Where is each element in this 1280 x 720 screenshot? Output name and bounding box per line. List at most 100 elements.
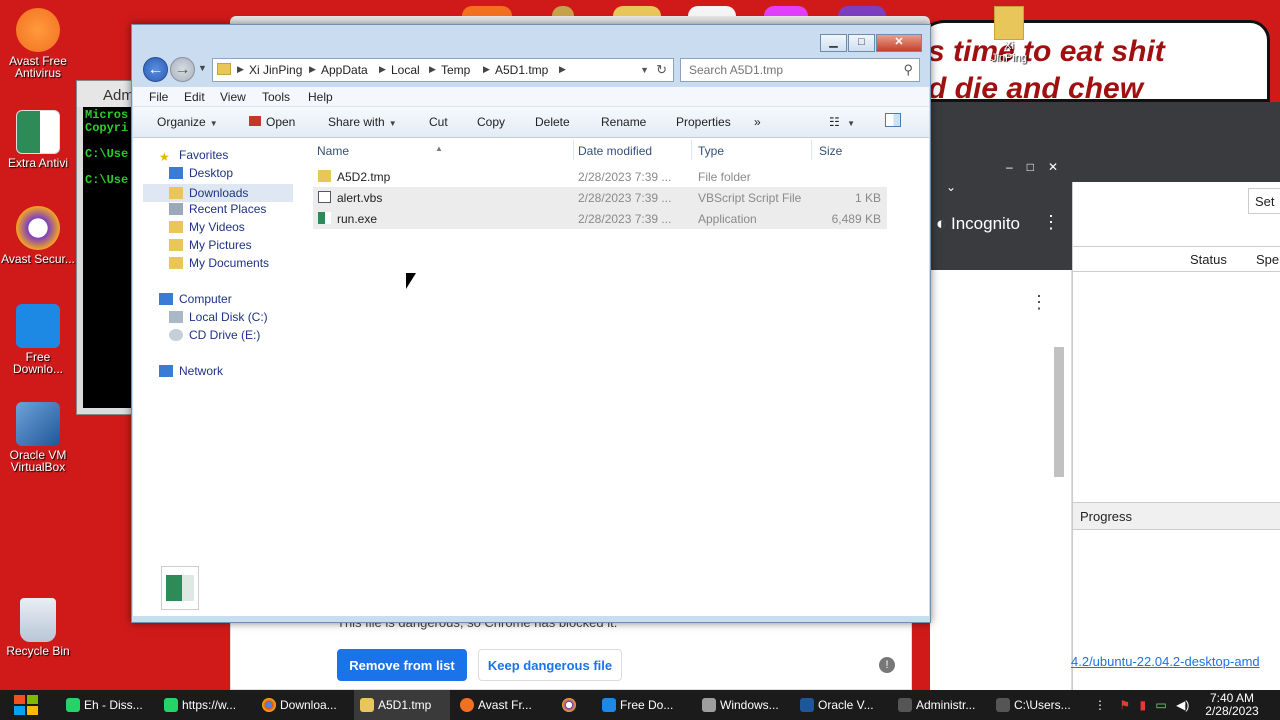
open-button[interactable]: Open: [249, 115, 295, 129]
column-status[interactable]: Status: [1190, 252, 1227, 267]
nav-my-documents[interactable]: My Documents: [169, 256, 269, 274]
taskbar-item-cmd[interactable]: C:\Users...: [990, 690, 1086, 720]
browser-menu-icon[interactable]: ⋮: [1042, 212, 1060, 233]
shield-icon[interactable]: ▮: [1139, 698, 1146, 712]
clock[interactable]: 7:40 AM 2/28/2023: [1192, 692, 1272, 718]
download-link[interactable]: 4.2/ubuntu-22.04.2-desktop-amd: [1071, 654, 1260, 669]
taskbar-item-free-download[interactable]: Free Do...: [596, 690, 692, 720]
desktop-icon-free-download-manager[interactable]: Free Downlo...: [0, 304, 76, 375]
browser-window-controls[interactable]: –□✕: [1006, 160, 1072, 174]
nav-cd-drive[interactable]: CD Drive (E:): [169, 328, 260, 346]
minimize-button[interactable]: ▁: [820, 34, 847, 52]
chevron-right-icon[interactable]: ▶: [483, 64, 490, 75]
more-icon[interactable]: ⋮: [1094, 698, 1106, 712]
taskbar-item-explorer[interactable]: A5D1.tmp: [354, 690, 450, 720]
desktop-icon-avast-free-antivirus[interactable]: Avast Free Antivirus: [0, 8, 76, 79]
desktop-folder-xi-jinping[interactable]: Xi JinPing: [988, 6, 1030, 64]
maximize-button[interactable]: □: [848, 34, 875, 52]
view-options-icon[interactable]: ☷ ▼: [829, 115, 855, 129]
background-cmd-window[interactable]: Adm Micros Copyri C:\Use C:\Use: [76, 80, 136, 415]
chevron-right-icon[interactable]: ▶: [559, 64, 566, 75]
column-size[interactable]: Size: [819, 144, 842, 158]
menu-help[interactable]: Help: [308, 90, 333, 104]
nav-downloads[interactable]: Downloads: [143, 184, 293, 202]
refresh-icon[interactable]: ↻: [656, 62, 667, 78]
desktop-icon-virtualbox[interactable]: Oracle VM VirtualBox: [0, 402, 76, 473]
taskbar-item-web[interactable]: https://w...: [158, 690, 252, 720]
taskbar-item-virtualbox[interactable]: Oracle V...: [794, 690, 890, 720]
close-button[interactable]: ✕: [876, 34, 922, 52]
remove-from-list-button[interactable]: Remove from list: [337, 649, 467, 681]
recent-pages-dropdown-icon[interactable]: ▼: [198, 63, 207, 73]
start-button[interactable]: [10, 693, 46, 717]
breadcrumb-temp[interactable]: Temp: [441, 63, 470, 77]
organize-button[interactable]: Organize ▼: [157, 115, 218, 129]
chevron-right-icon[interactable]: ▶: [237, 64, 244, 75]
column-type[interactable]: Type: [698, 144, 724, 158]
file-row[interactable]: alert.vbs 2/28/2023 7:39 ... VBScript Sc…: [313, 187, 887, 208]
nav-network[interactable]: Network: [159, 364, 223, 382]
breadcrumb-appdata[interactable]: AppData: [321, 63, 368, 77]
forward-button[interactable]: →: [170, 57, 195, 82]
column-divider[interactable]: [811, 140, 812, 160]
file-row[interactable]: run.exe 2/28/2023 7:39 ... Application 6…: [313, 208, 887, 229]
search-box[interactable]: ⚲: [680, 58, 920, 82]
column-speed[interactable]: Spe: [1256, 252, 1279, 267]
taskbar-item-downloads[interactable]: Downloa...: [256, 690, 348, 720]
chevron-right-icon[interactable]: ▶: [379, 64, 386, 75]
settings-button[interactable]: Set: [1248, 188, 1280, 214]
more-options-icon[interactable]: ⋮: [1030, 292, 1048, 313]
system-tray[interactable]: ⋮ ⚑ ▮ ▭ ◀): [1094, 698, 1189, 712]
nav-recent-places[interactable]: Recent Places: [169, 202, 266, 220]
taskbar-item-avast-browser[interactable]: [556, 690, 592, 720]
volume-icon[interactable]: ◀): [1176, 698, 1189, 712]
preview-pane-icon[interactable]: [885, 113, 901, 130]
menu-edit[interactable]: Edit: [184, 90, 205, 104]
network-icon[interactable]: ▭: [1155, 698, 1166, 712]
flag-icon[interactable]: ⚑: [1119, 698, 1130, 712]
address-bar[interactable]: ▶ Xi JinPing ▶ AppData ▶ Local ▶ Temp ▶ …: [212, 58, 674, 82]
rename-button[interactable]: Rename: [601, 115, 646, 129]
delete-button[interactable]: Delete: [535, 115, 570, 129]
nav-computer[interactable]: Computer: [159, 292, 232, 310]
nav-desktop[interactable]: Desktop: [169, 166, 233, 184]
breadcrumb-a5d1[interactable]: A5D1.tmp: [495, 63, 548, 77]
column-divider[interactable]: [573, 140, 574, 160]
nav-my-pictures[interactable]: My Pictures: [169, 238, 252, 256]
column-divider[interactable]: [691, 140, 692, 160]
copy-button[interactable]: Copy: [477, 115, 505, 129]
taskbar-item-avast[interactable]: Avast Fr...: [454, 690, 550, 720]
keep-dangerous-file-button[interactable]: Keep dangerous file: [478, 649, 622, 681]
search-icon[interactable]: ⚲: [903, 62, 913, 78]
explorer-window[interactable]: ▁ □ ✕ ← → ▼ ▶ Xi JinPing ▶ AppData ▶ Loc…: [131, 24, 931, 623]
cut-button[interactable]: Cut: [429, 115, 448, 129]
file-row[interactable]: A5D2.tmp 2/28/2023 7:39 ... File folder: [313, 166, 887, 187]
search-input[interactable]: [682, 60, 892, 80]
column-name[interactable]: Name: [317, 144, 349, 158]
nav-my-videos[interactable]: My Videos: [169, 220, 245, 238]
desktop-icon-recycle-bin[interactable]: Recycle Bin: [0, 598, 76, 657]
column-date-modified[interactable]: Date modified: [578, 144, 652, 158]
taskbar-item-administrator[interactable]: Administr...: [892, 690, 988, 720]
chevron-right-icon[interactable]: ▶: [429, 64, 436, 75]
browser-scrollbar[interactable]: [1054, 347, 1064, 477]
navigation-pane: ★ Favorites Desktop Downloads Recent Plac…: [133, 138, 305, 568]
nav-favorites[interactable]: ★ Favorites: [159, 148, 228, 166]
menu-tools[interactable]: Tools: [262, 90, 290, 104]
menu-file[interactable]: File: [149, 90, 168, 104]
desktop-icon-avast-secure-browser[interactable]: Avast Secur...: [0, 206, 76, 265]
taskbar-item-discord[interactable]: Eh - Diss...: [60, 690, 156, 720]
more-commands-button[interactable]: »: [754, 115, 761, 129]
breadcrumb-xi-jinping[interactable]: Xi JinPing: [249, 63, 302, 77]
chevron-right-icon[interactable]: ▶: [309, 64, 316, 75]
back-button[interactable]: ←: [143, 57, 168, 82]
desktop-icon-extra-antivirus[interactable]: Extra Antivi: [0, 110, 76, 169]
share-with-button[interactable]: Share with ▼: [328, 115, 397, 129]
properties-button[interactable]: Properties: [676, 115, 731, 129]
chevron-down-icon[interactable]: ⌄: [946, 180, 956, 194]
nav-local-disk[interactable]: Local Disk (C:): [169, 310, 268, 328]
breadcrumb-local[interactable]: Local: [391, 63, 420, 77]
taskbar-item-windows[interactable]: Windows...: [696, 690, 792, 720]
menu-view[interactable]: View: [220, 90, 246, 104]
address-dropdown-icon[interactable]: ▼: [640, 65, 649, 75]
